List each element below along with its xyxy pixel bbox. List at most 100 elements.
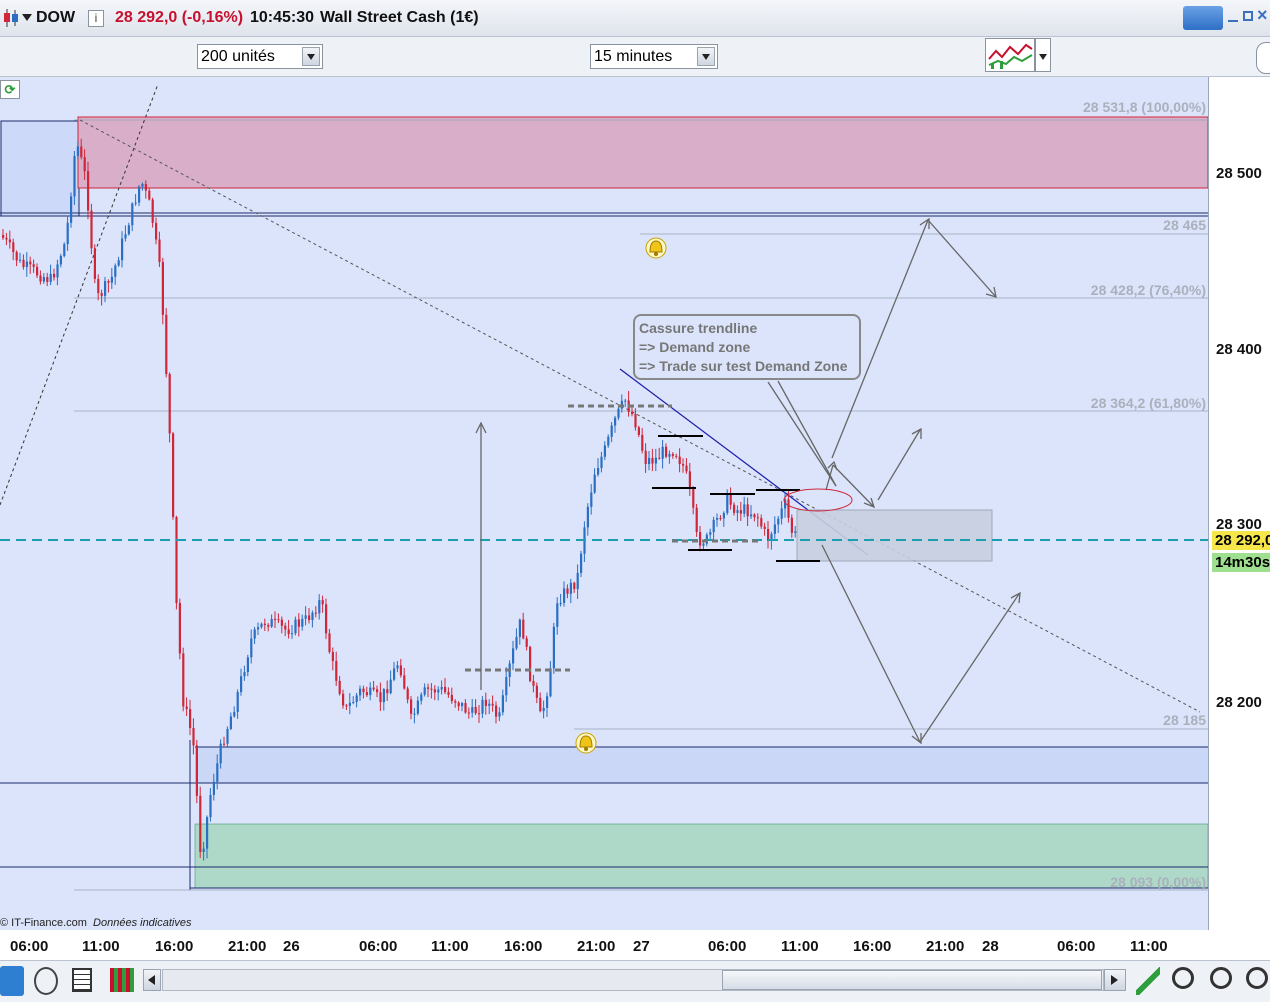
candle-body [709, 532, 712, 535]
candle-body [240, 676, 243, 693]
candle-body [362, 688, 365, 693]
candle-body [733, 504, 736, 513]
candle-body [144, 184, 147, 191]
draw-tool-icon[interactable] [1136, 967, 1160, 995]
candle-body [325, 604, 328, 634]
candle-body [702, 543, 705, 546]
candle-body [481, 699, 484, 714]
time-axis[interactable]: 06:00 11:00 16:00 21:00 26 06:00 11:00 1… [0, 930, 1270, 960]
candle-body [321, 600, 324, 605]
supply-zone [77, 116, 1208, 189]
time-tick: 11:00 [781, 938, 819, 955]
annotation-line: Cassure trendline [639, 320, 758, 336]
price-change: 28 292,0 (-0,16%) [115, 9, 244, 26]
indicator-list-icon[interactable] [110, 968, 134, 992]
chart-list-icon[interactable] [72, 968, 92, 992]
chevron-down-icon[interactable] [302, 47, 320, 66]
candle-body [532, 680, 535, 686]
candle-body [379, 692, 382, 703]
zoom-fit-icon[interactable] [34, 967, 58, 995]
candle-body [291, 633, 294, 635]
candle-body [760, 518, 763, 527]
candle-body [229, 716, 232, 729]
bell-alert-icon[interactable] [645, 237, 667, 259]
fib-label-618: 28 364,2 (61,80%) [1090, 395, 1206, 411]
candle-body [219, 743, 222, 764]
candle-body [49, 273, 52, 282]
candle-body [36, 266, 39, 276]
candle-body [736, 510, 739, 513]
chevron-down-icon[interactable] [697, 47, 715, 66]
candle-body [593, 474, 596, 493]
zoom-search-icon[interactable] [1172, 967, 1194, 989]
candle-body [576, 572, 579, 590]
candle-countdown: 14m30s [1212, 553, 1270, 572]
annotation-callout[interactable]: Cassure trendline => Demand zone => Trad… [633, 314, 861, 380]
time-tick: 06:00 [708, 938, 747, 955]
demand-zone [194, 823, 1208, 889]
minimize-icon[interactable] [1228, 20, 1238, 22]
candle-body [284, 625, 287, 630]
candle-body [165, 314, 168, 375]
candle-body [471, 707, 474, 713]
candle-body [66, 222, 69, 245]
candle-body [80, 146, 83, 158]
indicators-button[interactable] [985, 38, 1035, 72]
bell-alert-icon[interactable] [575, 732, 597, 754]
candle-body [518, 619, 521, 637]
candle-body [15, 252, 18, 261]
title-bar: DOW i 28 292,0 (-0,16%) 10:45:30 Wall St… [0, 0, 1270, 37]
candle-body [410, 699, 413, 714]
bottom-toolbar [0, 960, 1270, 1002]
candlestick-icon[interactable] [2, 8, 20, 28]
candle-body [617, 408, 620, 418]
close-icon[interactable]: × [1257, 5, 1268, 26]
candle-body [566, 588, 569, 594]
scrollbar-thumb[interactable] [722, 970, 1102, 990]
candle-body [420, 694, 423, 701]
keyboard-icon[interactable] [1183, 6, 1223, 30]
candle-body [124, 234, 127, 239]
candle-body [437, 689, 440, 693]
dropdown-arrow-icon[interactable] [22, 14, 32, 21]
maximize-icon[interactable] [1243, 11, 1253, 21]
panel-toggle-icon[interactable] [1256, 42, 1270, 74]
candle-body [53, 273, 56, 278]
zoom-in-icon[interactable] [1246, 967, 1268, 989]
zoom-out-icon[interactable] [1210, 967, 1232, 989]
interval-select[interactable]: 15 minutes [590, 44, 718, 69]
candle-body [393, 668, 396, 680]
candle-body [699, 532, 702, 546]
price-axis[interactable]: 28 500 28 400 28 300 28 200 28 292,0 14m… [1208, 77, 1270, 930]
candle-body [236, 692, 239, 712]
candle-body [369, 687, 372, 696]
price-tick: 28 200 [1216, 694, 1262, 711]
candle-body [614, 417, 617, 426]
candle-body [100, 293, 103, 296]
candle-body [209, 794, 212, 818]
time-tick: 11:00 [82, 938, 120, 955]
candle-body [12, 242, 15, 253]
candle-body [610, 425, 613, 437]
share-icon[interactable] [0, 966, 24, 996]
candle-body [277, 619, 280, 621]
time-tick: 21:00 [926, 938, 965, 955]
units-select[interactable]: 200 unités [197, 44, 323, 69]
candle-body [331, 651, 334, 661]
candle-body [403, 675, 406, 689]
candle-body [668, 454, 671, 457]
candle-body [637, 427, 640, 435]
candle-body [661, 446, 664, 459]
time-tick: 26 [283, 938, 300, 955]
price-chart[interactable]: 28 531,8 (100,00%) 28 465 28 428,2 (76,4… [0, 77, 1208, 931]
candle-body [365, 692, 368, 696]
candle-body [597, 468, 600, 475]
candle-body [185, 706, 188, 710]
symbol-label[interactable]: DOW [36, 9, 75, 27]
info-icon[interactable]: i [88, 10, 104, 27]
supply-zone-box-left [0, 120, 80, 217]
time-tick: 16:00 [853, 938, 892, 955]
refresh-icon[interactable]: ⟳ [0, 80, 20, 99]
candle-body [739, 510, 742, 514]
candle-body [134, 202, 137, 204]
